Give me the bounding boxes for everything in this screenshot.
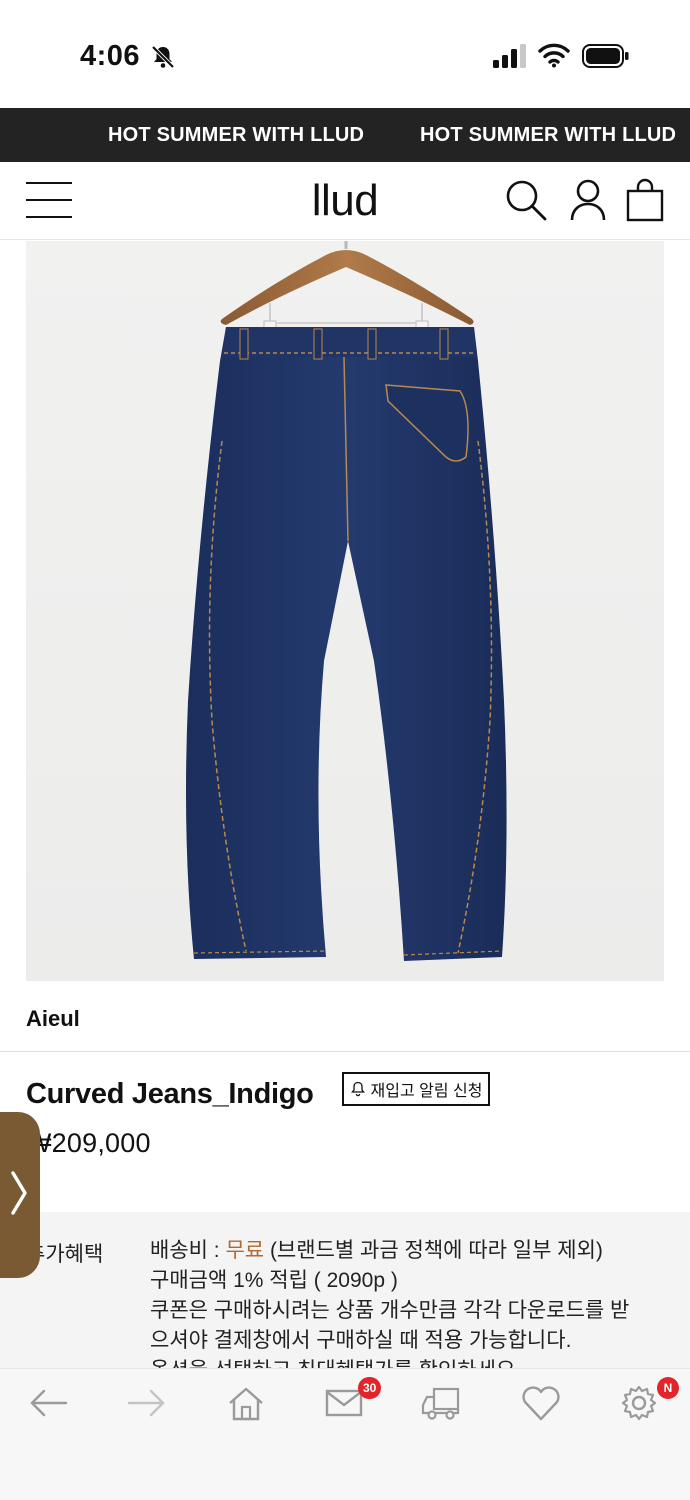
- benefits-list: 배송비 : 무료 (브랜드별 과금 정책에 따라 일부 제외) 구매금액 1% …: [150, 1236, 690, 1386]
- chevron-right-icon: [11, 1171, 27, 1215]
- jeans-photo: [186, 241, 507, 961]
- shipping-free: 무료: [225, 1239, 265, 1262]
- settings-new-badge: N: [657, 1377, 679, 1399]
- back-arrow-icon[interactable]: [26, 1383, 70, 1423]
- delivery-truck-icon[interactable]: [420, 1383, 464, 1423]
- restock-alert-label: 재입고 알림 신청: [370, 1083, 483, 1100]
- site-header: llud: [0, 162, 690, 240]
- wifi-icon: [538, 43, 570, 68]
- promo-marquee[interactable]: HOT SUMMER WITH LLUD HOT SUMMER WITH LLU…: [0, 108, 690, 162]
- product-title: Curved Jeans_Indigo: [26, 1078, 314, 1110]
- shipping-info: 배송비 : 무료 (브랜드별 과금 정책에 따라 일부 제외): [150, 1236, 690, 1266]
- product-price: ₩209,000: [26, 1128, 151, 1158]
- battery-icon: [582, 44, 629, 68]
- forward-arrow-icon[interactable]: [125, 1383, 169, 1423]
- user-icon[interactable]: [566, 178, 610, 222]
- shipping-suffix: (브랜드별 과금 정책에 따라 일부 제외): [264, 1239, 603, 1262]
- status-time: 4:06: [80, 40, 141, 72]
- coupon-info-line: 쿠폰은 구매하시려는 상품 개수만큼 각각 다운로드를 받: [150, 1299, 630, 1322]
- shopping-bag-icon[interactable]: [624, 178, 668, 222]
- status-bar: 4:06: [0, 0, 690, 108]
- points-info: 구매금액 1% 적립 ( 2090p ): [150, 1269, 398, 1292]
- search-icon[interactable]: [504, 178, 548, 222]
- mail-count-badge: 30: [358, 1377, 382, 1399]
- brand-name[interactable]: Aieul: [26, 1006, 80, 1032]
- bell-icon: [350, 1081, 365, 1097]
- promo-message: HOT SUMMER WITH LLUD: [108, 124, 365, 146]
- brand-row[interactable]: Aieul: [0, 982, 690, 1052]
- home-icon[interactable]: [224, 1383, 268, 1423]
- shipping-prefix: 배송비 :: [150, 1239, 226, 1262]
- promo-message: HOT SUMMER WITH LLUD: [420, 124, 677, 146]
- bell-muted-icon: [151, 45, 175, 69]
- side-drawer-tab[interactable]: [0, 1112, 40, 1278]
- gear-icon[interactable]: [617, 1383, 661, 1423]
- benefits-section: 추가혜택 배송비 : 무료 (브랜드별 과금 정책에 따라 일부 제외) 구매금…: [0, 1212, 690, 1382]
- coupon-info-line: 으셔야 결제창에서 구매하실 때 적용 가능합니다.: [150, 1329, 572, 1352]
- product-image[interactable]: [26, 241, 664, 981]
- cellular-signal-icon: [493, 44, 526, 68]
- browser-bottom-toolbar: [0, 1368, 690, 1500]
- restock-alert-button[interactable]: 재입고 알림 신청: [342, 1072, 490, 1106]
- heart-icon[interactable]: [519, 1383, 563, 1423]
